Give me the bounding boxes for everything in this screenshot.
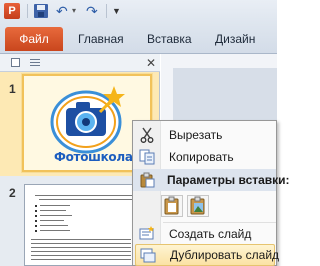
paste-icon xyxy=(140,172,155,188)
thumbnail-text-line xyxy=(40,225,68,226)
save-icon[interactable] xyxy=(34,4,48,18)
logo-text: Фотошкола xyxy=(54,150,133,164)
redo-icon[interactable]: ↷ xyxy=(86,3,98,19)
slide-number: 2 xyxy=(9,186,16,200)
thumbnail-text-line xyxy=(40,205,70,206)
undo-dropdown-icon[interactable]: ▾ xyxy=(72,3,76,19)
tab-file[interactable]: Файл xyxy=(5,27,63,51)
outline-view-icon[interactable] xyxy=(30,57,40,69)
menu-item-cut[interactable]: Вырезать xyxy=(133,124,276,146)
thumbnail-text-line xyxy=(31,259,131,260)
paste-picture-icon xyxy=(190,196,205,215)
tab-design[interactable]: Дизайн xyxy=(215,31,255,47)
slides-view-icon[interactable] xyxy=(11,58,20,67)
menu-item-label: Создать слайд xyxy=(169,227,252,241)
paste-keep-formatting-icon xyxy=(164,196,179,215)
menu-item-label: Дублировать слайд xyxy=(170,248,280,262)
thumbnail-text-line xyxy=(40,220,64,221)
menu-item-label: Вырезать xyxy=(169,128,223,142)
thumbnail-text-line xyxy=(31,247,131,248)
slide-number: 1 xyxy=(9,82,16,96)
toolbar-separator xyxy=(27,4,28,18)
tab-insert[interactable]: Вставка xyxy=(147,31,192,47)
menu-item-label: Параметры вставки: xyxy=(167,173,290,187)
paste-keep-formatting-button[interactable] xyxy=(161,195,183,217)
menu-item-duplicate-slide[interactable]: Дублировать слайд xyxy=(135,244,279,266)
thumbnail-text-line xyxy=(31,243,131,244)
scissors-icon xyxy=(140,127,154,143)
close-icon[interactable]: ✕ xyxy=(146,55,156,71)
panel-header: ✕ xyxy=(0,54,160,72)
menu-item-copy[interactable]: Копировать xyxy=(133,146,276,168)
thumbnail-bullet xyxy=(35,215,37,217)
thumbnail-text-line xyxy=(40,230,70,231)
ribbon-tab-bar: Файл Главная Вставка Дизайн xyxy=(0,22,277,54)
thumbnail-text-line xyxy=(40,215,72,216)
thumbnail-text-line xyxy=(40,210,66,211)
thumbnail-text-line xyxy=(39,199,135,200)
menu-header-paste-options: Параметры вставки: xyxy=(133,169,290,191)
thumbnail-text-line xyxy=(31,239,131,240)
thumbnail-text-line xyxy=(31,255,131,256)
menu-item-new-slide[interactable]: Создать слайд xyxy=(133,223,276,245)
thumbnail-bullet xyxy=(35,230,37,232)
quick-access-toolbar: P ↶ ▾ ↷ ▼ xyxy=(0,0,277,22)
tab-home[interactable]: Главная xyxy=(78,31,124,47)
duplicate-slide-icon xyxy=(140,248,156,263)
thumbnail-bullet xyxy=(35,220,37,222)
thumbnail-text-line xyxy=(31,251,131,252)
thumbnail-bullet xyxy=(35,225,37,227)
paste-options-group xyxy=(161,193,241,221)
thumbnail-bullet xyxy=(35,210,37,212)
thumbnail-text-line xyxy=(35,195,135,196)
new-slide-icon xyxy=(139,226,154,240)
copy-icon xyxy=(139,149,155,165)
context-menu: Вырезать Копировать Параметры вставки: С… xyxy=(132,120,290,266)
toolbar-separator xyxy=(106,4,107,18)
thumbnail-bullet xyxy=(35,205,37,207)
undo-icon[interactable]: ↶ xyxy=(56,3,68,19)
powerpoint-app-icon[interactable]: P xyxy=(4,3,20,19)
menu-item-label: Копировать xyxy=(169,150,234,164)
customize-toolbar-icon[interactable]: ▼ xyxy=(112,3,121,19)
paste-picture-button[interactable] xyxy=(187,195,209,217)
